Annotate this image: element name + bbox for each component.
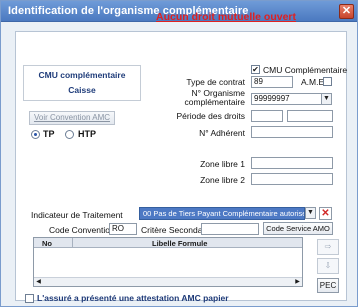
- type-contrat-field[interactable]: 89: [251, 76, 293, 88]
- pec-button[interactable]: PEC: [317, 278, 339, 293]
- move-down-icon[interactable]: ⇩: [317, 258, 339, 274]
- ame-label: A.M.E: [301, 77, 325, 87]
- close-button[interactable]: ✕: [339, 4, 354, 19]
- attestation-checkbox[interactable]: [25, 294, 34, 303]
- cmu-checkbox-label: CMU Complémentaire: [263, 65, 348, 75]
- htp-radio[interactable]: [65, 130, 74, 139]
- cmu-box: CMU complémentaire Caisse: [23, 65, 141, 101]
- col-libelle-header[interactable]: Libelle Formule: [152, 239, 207, 248]
- code-service-amo-button[interactable]: Code Service AMO: [263, 222, 333, 235]
- ame-checkbox[interactable]: [323, 77, 332, 86]
- code-convention-field[interactable]: RO: [109, 223, 137, 235]
- organisme-dropdown-icon[interactable]: ▼: [321, 93, 332, 105]
- adherent-field[interactable]: [251, 126, 333, 138]
- zone1-field[interactable]: [251, 157, 333, 169]
- move-up-icon[interactable]: ⇨: [317, 239, 339, 255]
- indicateur-dropdown-icon[interactable]: ▼: [305, 207, 316, 219]
- indicateur-select[interactable]: 00 Pas de Tiers Payant Complémentaire au…: [139, 207, 305, 220]
- zone2-field[interactable]: [251, 173, 333, 185]
- adherent-label: N° Adhérent: [199, 128, 245, 138]
- indicateur-label: Indicateur de Traitement: [31, 210, 123, 220]
- periode-label: Période des droits: [176, 111, 245, 121]
- clear-icon[interactable]: ✕: [319, 207, 332, 220]
- organisme-label-2: complémentaire: [184, 97, 245, 107]
- table-header: No Libelle Formule: [34, 238, 302, 248]
- col-no-header[interactable]: No: [42, 239, 52, 248]
- horizontal-scrollbar[interactable]: ◀ ▶: [34, 277, 302, 286]
- zone1-label: Zone libre 1: [200, 159, 245, 169]
- voir-convention-button[interactable]: Voir Convention AMC: [29, 111, 115, 125]
- htp-label: HTP: [78, 129, 96, 139]
- cmu-box-title: CMU complémentaire: [38, 70, 126, 80]
- tp-label: TP: [43, 129, 55, 139]
- scroll-right-icon[interactable]: ▶: [293, 278, 302, 286]
- code-convention-label: Code Convention: [49, 225, 115, 235]
- scroll-left-icon[interactable]: ◀: [34, 278, 43, 286]
- cmu-checkbox[interactable]: ✔: [251, 65, 260, 74]
- periode-start-field[interactable]: [251, 110, 283, 122]
- status-title: Aucun droit mutuelle ouvert: [156, 11, 297, 23]
- type-contrat-label: Type de contrat: [186, 77, 245, 87]
- periode-end-field[interactable]: [287, 110, 333, 122]
- tp-radio[interactable]: [31, 130, 40, 139]
- cmu-box-subtitle: Caisse: [68, 85, 96, 95]
- formule-table[interactable]: No Libelle Formule ◀ ▶: [33, 237, 303, 287]
- critere-field[interactable]: [201, 223, 259, 235]
- attestation-label: L'assuré a présenté une attestation AMC …: [37, 293, 229, 303]
- column-divider: [72, 238, 73, 248]
- organisme-field[interactable]: 99999997: [251, 93, 325, 105]
- zone2-label: Zone libre 2: [200, 175, 245, 185]
- dialog-window: Identification de l'organisme complément…: [0, 0, 358, 307]
